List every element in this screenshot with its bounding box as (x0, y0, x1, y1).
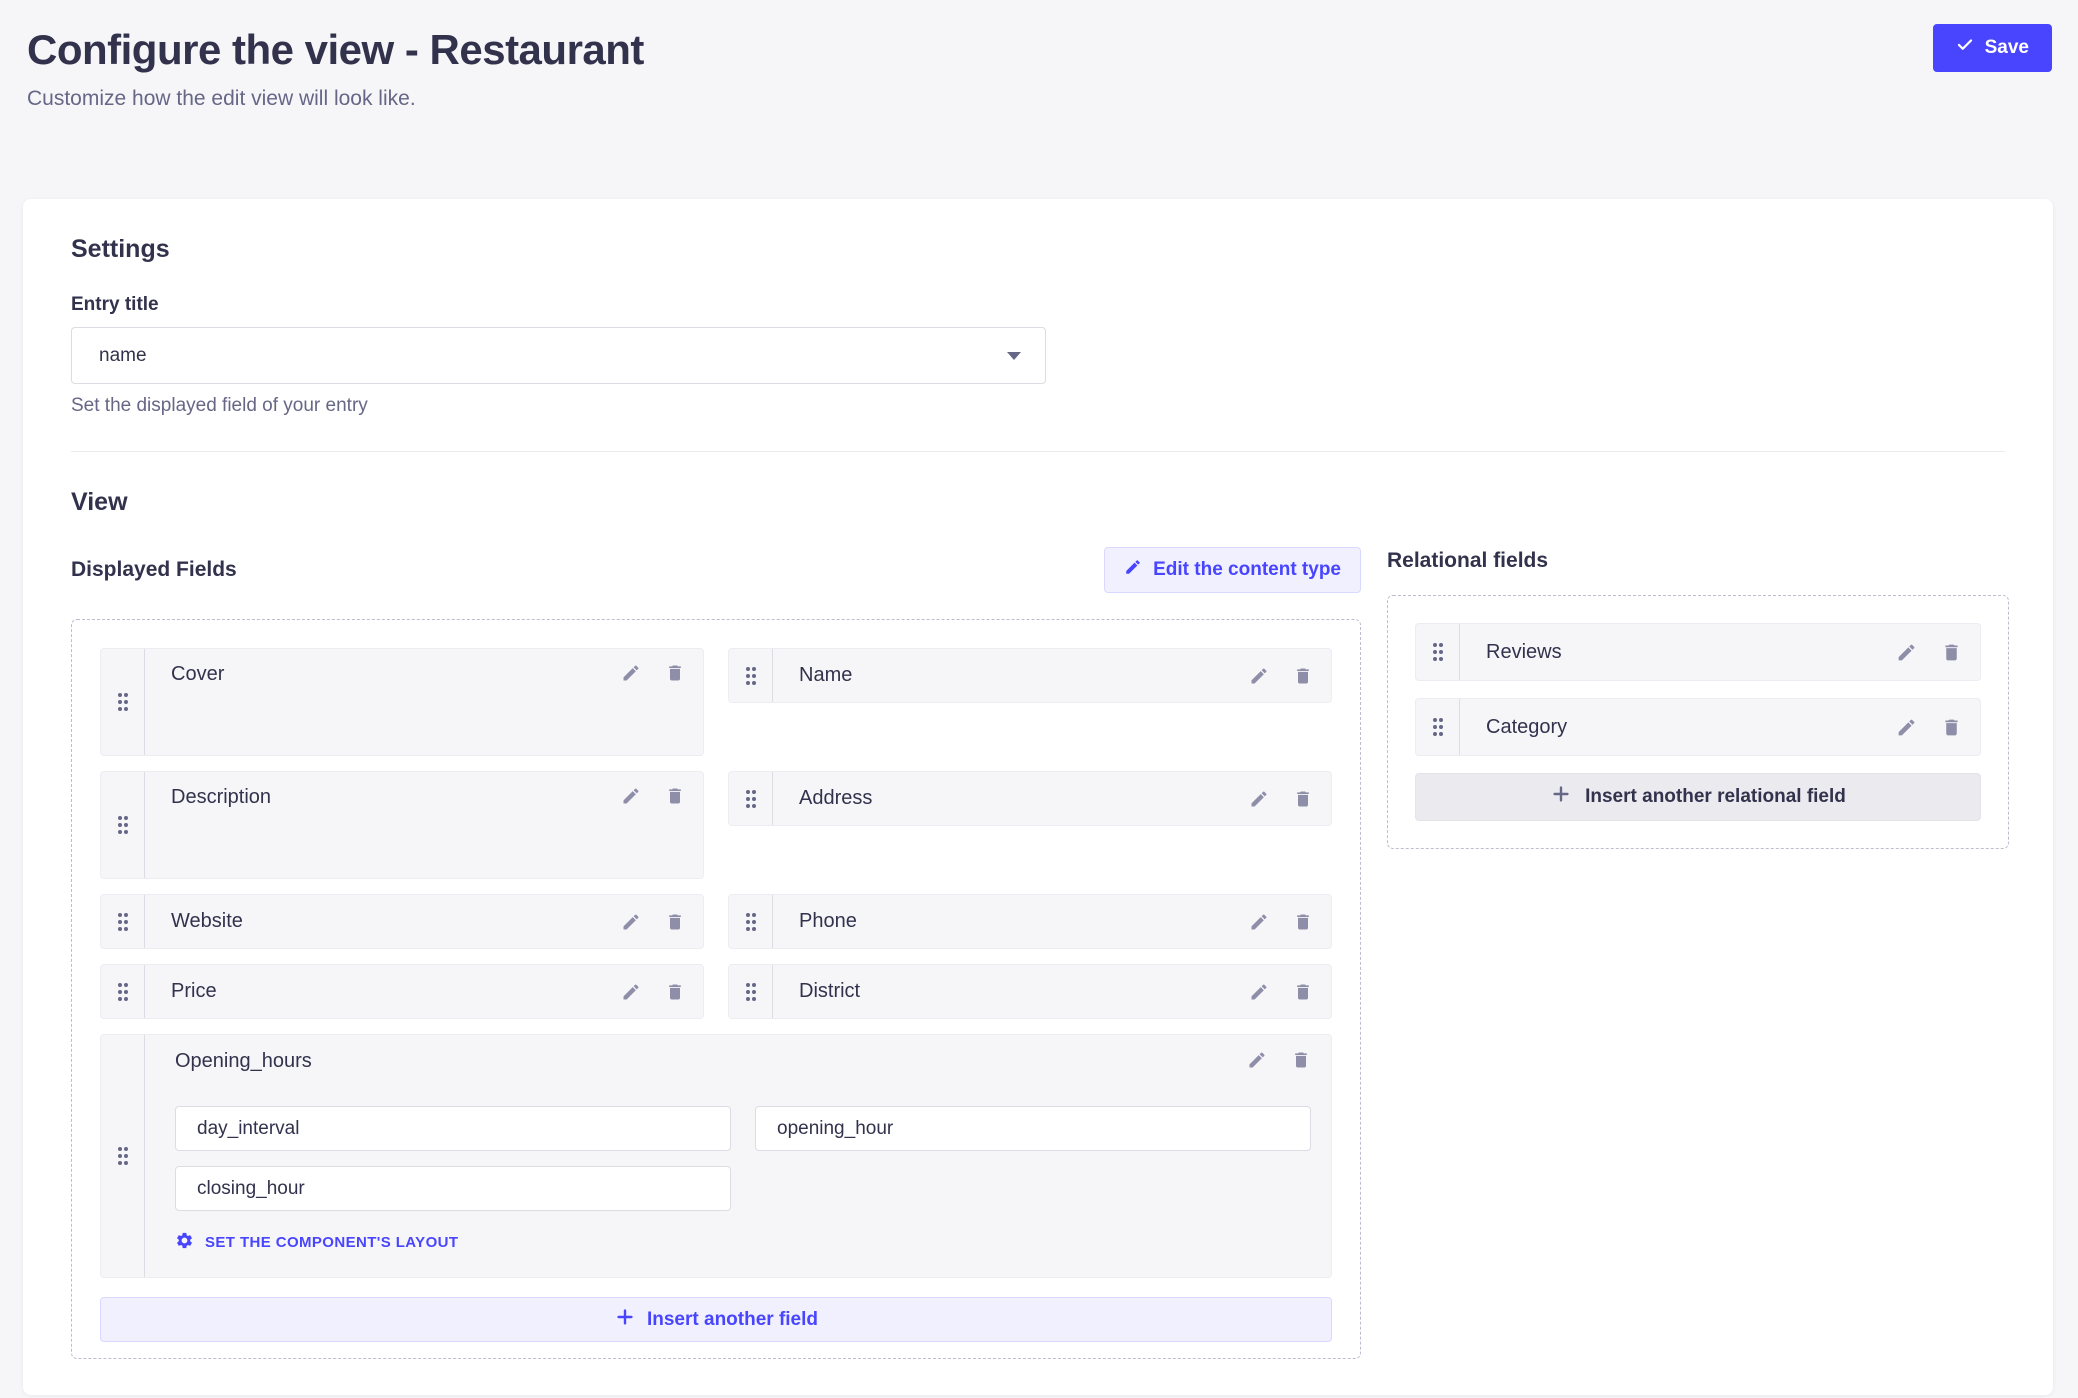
edit-field-button[interactable] (1896, 642, 1917, 663)
edit-field-button[interactable] (621, 982, 641, 1002)
relational-field-label: Category (1486, 716, 1567, 739)
edit-field-button[interactable] (1249, 789, 1269, 809)
drag-handle-icon[interactable] (729, 895, 773, 948)
field-card-cover: Cover (100, 648, 704, 756)
set-component-layout-link[interactable]: SET THE COMPONENT'S LAYOUT (175, 1231, 458, 1254)
field-card-phone: Phone (728, 894, 1332, 949)
plus-icon (1550, 783, 1572, 811)
delete-field-button[interactable] (1293, 982, 1313, 1002)
drag-handle-icon[interactable] (729, 772, 773, 825)
delete-field-button[interactable] (1293, 912, 1313, 932)
entry-title-selected-value: name (99, 345, 147, 367)
page-header-titles: Configure the view - Restaurant Customiz… (27, 24, 644, 113)
edit-field-button[interactable] (1247, 1050, 1267, 1070)
section-divider (71, 451, 2005, 452)
drag-handle-icon[interactable] (101, 649, 145, 755)
displayed-fields-label: Displayed Fields (71, 558, 237, 582)
component-subfield-day-interval[interactable]: day_interval (175, 1106, 731, 1151)
field-card-website: Website (100, 894, 704, 949)
check-icon (1956, 36, 1974, 60)
relational-fields-label: Relational fields (1387, 549, 2009, 573)
edit-field-button[interactable] (621, 912, 641, 932)
drag-handle-icon[interactable] (101, 895, 145, 948)
plus-icon (614, 1306, 636, 1334)
drag-handle-icon[interactable] (1416, 624, 1460, 680)
displayed-fields-dropzone: Cover Name (71, 619, 1361, 1359)
drag-handle-icon[interactable] (101, 965, 145, 1018)
edit-field-button[interactable] (1249, 666, 1269, 686)
edit-field-button[interactable] (1249, 982, 1269, 1002)
entry-title-hint: Set the displayed field of your entry (71, 395, 2005, 417)
page-subtitle: Customize how the edit view will look li… (27, 85, 644, 113)
delete-field-button[interactable] (665, 663, 685, 683)
pencil-icon (1124, 558, 1142, 582)
field-card-district: District (728, 964, 1332, 1019)
edit-field-button[interactable] (1896, 717, 1917, 738)
field-label: Cover (171, 663, 224, 686)
settings-heading: Settings (71, 235, 2005, 264)
field-label: Phone (799, 910, 857, 933)
relational-card-category: Category (1415, 698, 1981, 756)
chevron-down-icon (1007, 352, 1021, 360)
delete-field-button[interactable] (1941, 642, 1962, 663)
insert-another-field-label: Insert another field (647, 1309, 818, 1331)
field-label: Address (799, 787, 872, 810)
drag-handle-icon[interactable] (729, 649, 773, 702)
relational-fields-dropzone: Reviews Category (1387, 595, 2009, 849)
component-label: Opening_hours (175, 1050, 312, 1073)
save-button-label: Save (1985, 37, 2029, 59)
page-title: Configure the view - Restaurant (27, 24, 644, 76)
component-subfield-closing-hour[interactable]: closing_hour (175, 1166, 731, 1211)
field-label: Name (799, 664, 852, 687)
relational-fields-column: Relational fields Reviews Ca (1387, 547, 2009, 849)
relational-field-label: Reviews (1486, 641, 1562, 664)
delete-field-button[interactable] (1293, 789, 1313, 809)
delete-field-button[interactable] (665, 982, 685, 1002)
delete-field-button[interactable] (1291, 1050, 1311, 1070)
subfield-label: opening_hour (777, 1118, 893, 1140)
field-card-price: Price (100, 964, 704, 1019)
delete-field-button[interactable] (665, 912, 685, 932)
drag-handle-icon[interactable] (101, 772, 145, 878)
field-label: Description (171, 786, 271, 809)
insert-another-relational-field-label: Insert another relational field (1585, 786, 1846, 808)
gear-icon (175, 1231, 194, 1254)
drag-handle-icon[interactable] (1416, 699, 1460, 755)
edit-content-type-button[interactable]: Edit the content type (1104, 547, 1361, 593)
subfield-label: day_interval (197, 1118, 299, 1140)
edit-content-type-label: Edit the content type (1153, 559, 1341, 581)
field-card-address: Address (728, 771, 1332, 826)
edit-field-button[interactable] (621, 786, 641, 806)
insert-another-field-button[interactable]: Insert another field (100, 1297, 1332, 1342)
delete-field-button[interactable] (665, 786, 685, 806)
drag-handle-icon[interactable] (101, 1035, 145, 1277)
drag-handle-icon[interactable] (729, 965, 773, 1018)
field-label: Price (171, 980, 217, 1003)
field-label: District (799, 980, 860, 1003)
page-header: Configure the view - Restaurant Customiz… (0, 0, 2078, 113)
field-card-description: Description (100, 771, 704, 879)
view-heading: View (71, 488, 2005, 517)
field-label: Website (171, 910, 243, 933)
insert-another-relational-field-button[interactable]: Insert another relational field (1415, 773, 1981, 821)
field-card-name: Name (728, 648, 1332, 703)
subfield-label: closing_hour (197, 1178, 305, 1200)
entry-title-select[interactable]: name (71, 327, 1046, 384)
relational-card-reviews: Reviews (1415, 623, 1981, 681)
configure-view-card: Settings Entry title name Set the displa… (23, 199, 2053, 1395)
delete-field-button[interactable] (1941, 717, 1962, 738)
component-subfield-opening-hour[interactable]: opening_hour (755, 1106, 1311, 1151)
entry-title-label: Entry title (71, 294, 2005, 316)
displayed-fields-column: Displayed Fields Edit the content type C… (71, 547, 1361, 1359)
component-card-opening-hours: Opening_hours day_interval openin (100, 1034, 1332, 1278)
set-component-layout-label: SET THE COMPONENT'S LAYOUT (205, 1234, 458, 1251)
edit-field-button[interactable] (621, 663, 641, 683)
save-button[interactable]: Save (1933, 24, 2052, 72)
delete-field-button[interactable] (1293, 666, 1313, 686)
edit-field-button[interactable] (1249, 912, 1269, 932)
